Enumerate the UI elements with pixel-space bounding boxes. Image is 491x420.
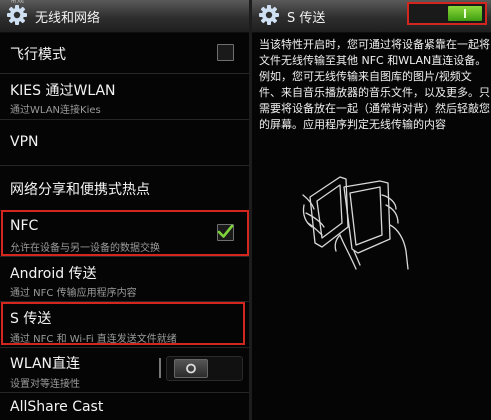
item-title: Android 传送 [10, 266, 97, 282]
item-title: AllShare Cast [10, 399, 104, 415]
list-item-airplane-mode[interactable]: 飞行模式 [0, 33, 249, 74]
nfc-highlight-box [1, 210, 249, 256]
item-title: KIES 通过WLAN [10, 83, 116, 99]
page-title: 无线和网络 [35, 11, 101, 26]
wireless-networks-panel: 常规 无线和网络 飞行模式 KIES 通过WLAN 通过WLAN连接Kies V… [0, 0, 249, 420]
s-beam-highlight-box [1, 302, 245, 345]
item-subtitle: 通过WLAN连接Kies [10, 105, 101, 116]
airplane-mode-checkbox[interactable] [217, 44, 234, 61]
item-title: VPN [10, 134, 39, 150]
item-subtitle: 设置对等连接性 [10, 379, 80, 390]
page-title: S 传送 [287, 11, 326, 26]
list-item-allshare-cast[interactable]: AllShare Cast [0, 393, 249, 420]
s-beam-description: 当该特性开启时，您可通过将设备紧靠在一起将文件无线传输至其他 NFC 和WLAN… [259, 38, 490, 131]
item-title: 网络分享和便携式热点 [10, 182, 150, 198]
list-item-tethering-hotspot[interactable]: 网络分享和便携式热点 [0, 166, 249, 211]
item-subtitle: 通过 NFC 传输应用程序内容 [10, 288, 137, 299]
gear-icon [259, 5, 279, 25]
toggle-separator [159, 358, 161, 378]
wlan-direct-toggle[interactable] [159, 356, 243, 381]
gear-icon [7, 5, 27, 25]
circle-off-icon [186, 363, 196, 374]
list-item-android-beam[interactable]: Android 传送 通过 NFC 传输应用程序内容 [0, 257, 249, 302]
on-indicator-icon [464, 9, 466, 18]
phones-touching-illustration [302, 176, 409, 270]
s-beam-toggle[interactable] [407, 2, 487, 25]
wireless-networks-header: 常规 无线和网络 [0, 0, 249, 33]
toggle-knob-off [174, 359, 208, 378]
item-title: 飞行模式 [10, 47, 66, 63]
list-item-kies-wlan[interactable]: KIES 通过WLAN 通过WLAN连接Kies [0, 74, 249, 120]
list-item-vpn[interactable]: VPN [0, 120, 249, 166]
s-beam-panel: S 传送 当该特性开启时，您可通过将设备紧靠在一起将文件无线传输至其他 NFC … [252, 0, 491, 420]
toggle-knob-on [448, 6, 482, 21]
item-title: WLAN直连 [10, 356, 81, 372]
